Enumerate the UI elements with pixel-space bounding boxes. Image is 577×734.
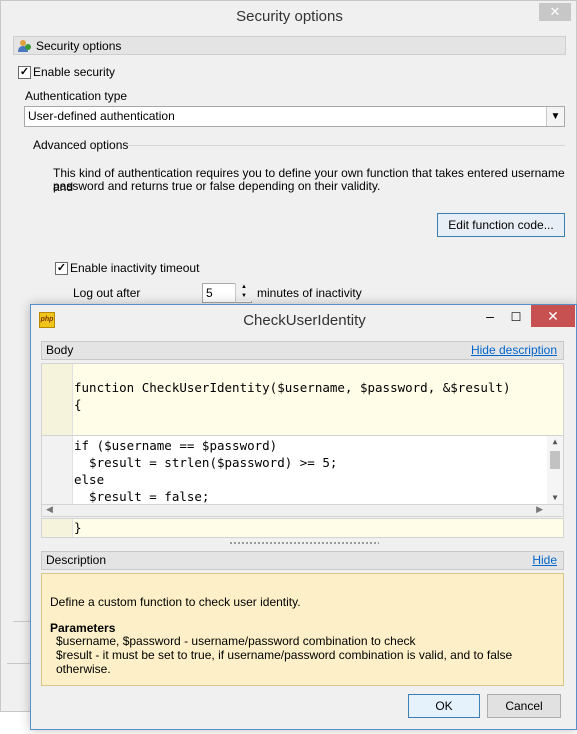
ok-button[interactable]: OK [408,694,480,718]
maximize-icon[interactable]: ☐ [503,307,529,327]
enable-security-checkbox[interactable]: ✓ [18,66,31,79]
advanced-options-label: Advanced options [33,138,129,152]
body-section-header: Body Hide description [41,341,564,360]
php-icon: php [39,312,55,328]
auth-type-label: Authentication type [25,89,128,103]
parameter-item: $username, $password - username/password… [56,634,416,648]
chevron-up-icon[interactable]: ▲ [236,283,252,292]
vertical-scrollbar[interactable]: ▲ ▼ [547,436,563,504]
function-signature: function CheckUserIdentity($username, $p… [74,380,511,395]
body-label: Body [46,343,74,357]
code-line: else [74,472,105,487]
chevron-up-icon[interactable]: ▲ [547,436,563,448]
check-user-identity-dialog: CheckUserIdentity php – ☐ ✕ Body Hide de… [30,304,577,730]
window-close-button[interactable]: ✕ [539,3,571,21]
splitter-grip[interactable] [229,541,379,545]
description-panel: Define a custom function to check user i… [41,573,564,686]
hide-description-link[interactable]: Hide description [471,342,557,359]
scroll-thumb[interactable] [550,451,560,469]
security-options-section-header[interactable]: Security options [13,36,566,55]
logout-after-label: Log out after [73,286,141,300]
timeout-stepper[interactable]: ▲ ▼ [235,283,253,303]
enable-security-label: Enable security [33,65,116,79]
description-label: Description [46,553,107,567]
section-header-label: Security options [36,39,122,53]
timeout-unit-label: minutes of inactivity [257,286,362,300]
divider [127,145,565,146]
code-signature-area: function CheckUserIdentity($username, $p… [41,363,564,435]
code-editor[interactable]: if ($username == $password) $result = st… [41,435,564,505]
description-line-2: password and returns true or false depen… [53,179,381,193]
code-line: $result = strlen($password) >= 5; [74,455,338,470]
code-line: if ($username == $password) [74,438,278,453]
users-icon [17,38,33,54]
enable-timeout-label: Enable inactivity timeout [70,261,200,275]
auth-type-value: User-defined authentication [28,109,175,123]
auth-type-select[interactable]: User-defined authentication ▼ [24,106,565,127]
description-text: Define a custom function to check user i… [50,595,301,609]
close-brace: } [74,520,82,535]
cancel-button[interactable]: Cancel [487,694,561,718]
edit-function-code-button[interactable]: Edit function code... [437,213,565,237]
chevron-down-icon[interactable]: ▼ [546,107,564,126]
hide-link[interactable]: Hide [532,552,557,569]
code-closing-area: } [41,518,564,538]
chevron-down-icon[interactable]: ▼ [547,492,563,504]
parameter-item: $result - it must be set to true, if use… [56,648,513,676]
open-brace: { [74,397,82,412]
chevron-left-icon[interactable]: ◀ [46,504,53,515]
close-icon[interactable]: ✕ [531,305,575,327]
code-line: $result = false; [74,489,210,504]
chevron-down-icon[interactable]: ▼ [236,292,252,301]
window-title: Security options [236,8,343,25]
description-section-header: Description Hide [41,551,564,570]
horizontal-scrollbar[interactable]: ◀ ▶ [41,504,564,517]
enable-timeout-checkbox[interactable]: ✓ [55,262,68,275]
minimize-icon[interactable]: – [477,307,503,327]
parameters-heading: Parameters [50,621,116,635]
chevron-right-icon[interactable]: ▶ [536,504,543,515]
